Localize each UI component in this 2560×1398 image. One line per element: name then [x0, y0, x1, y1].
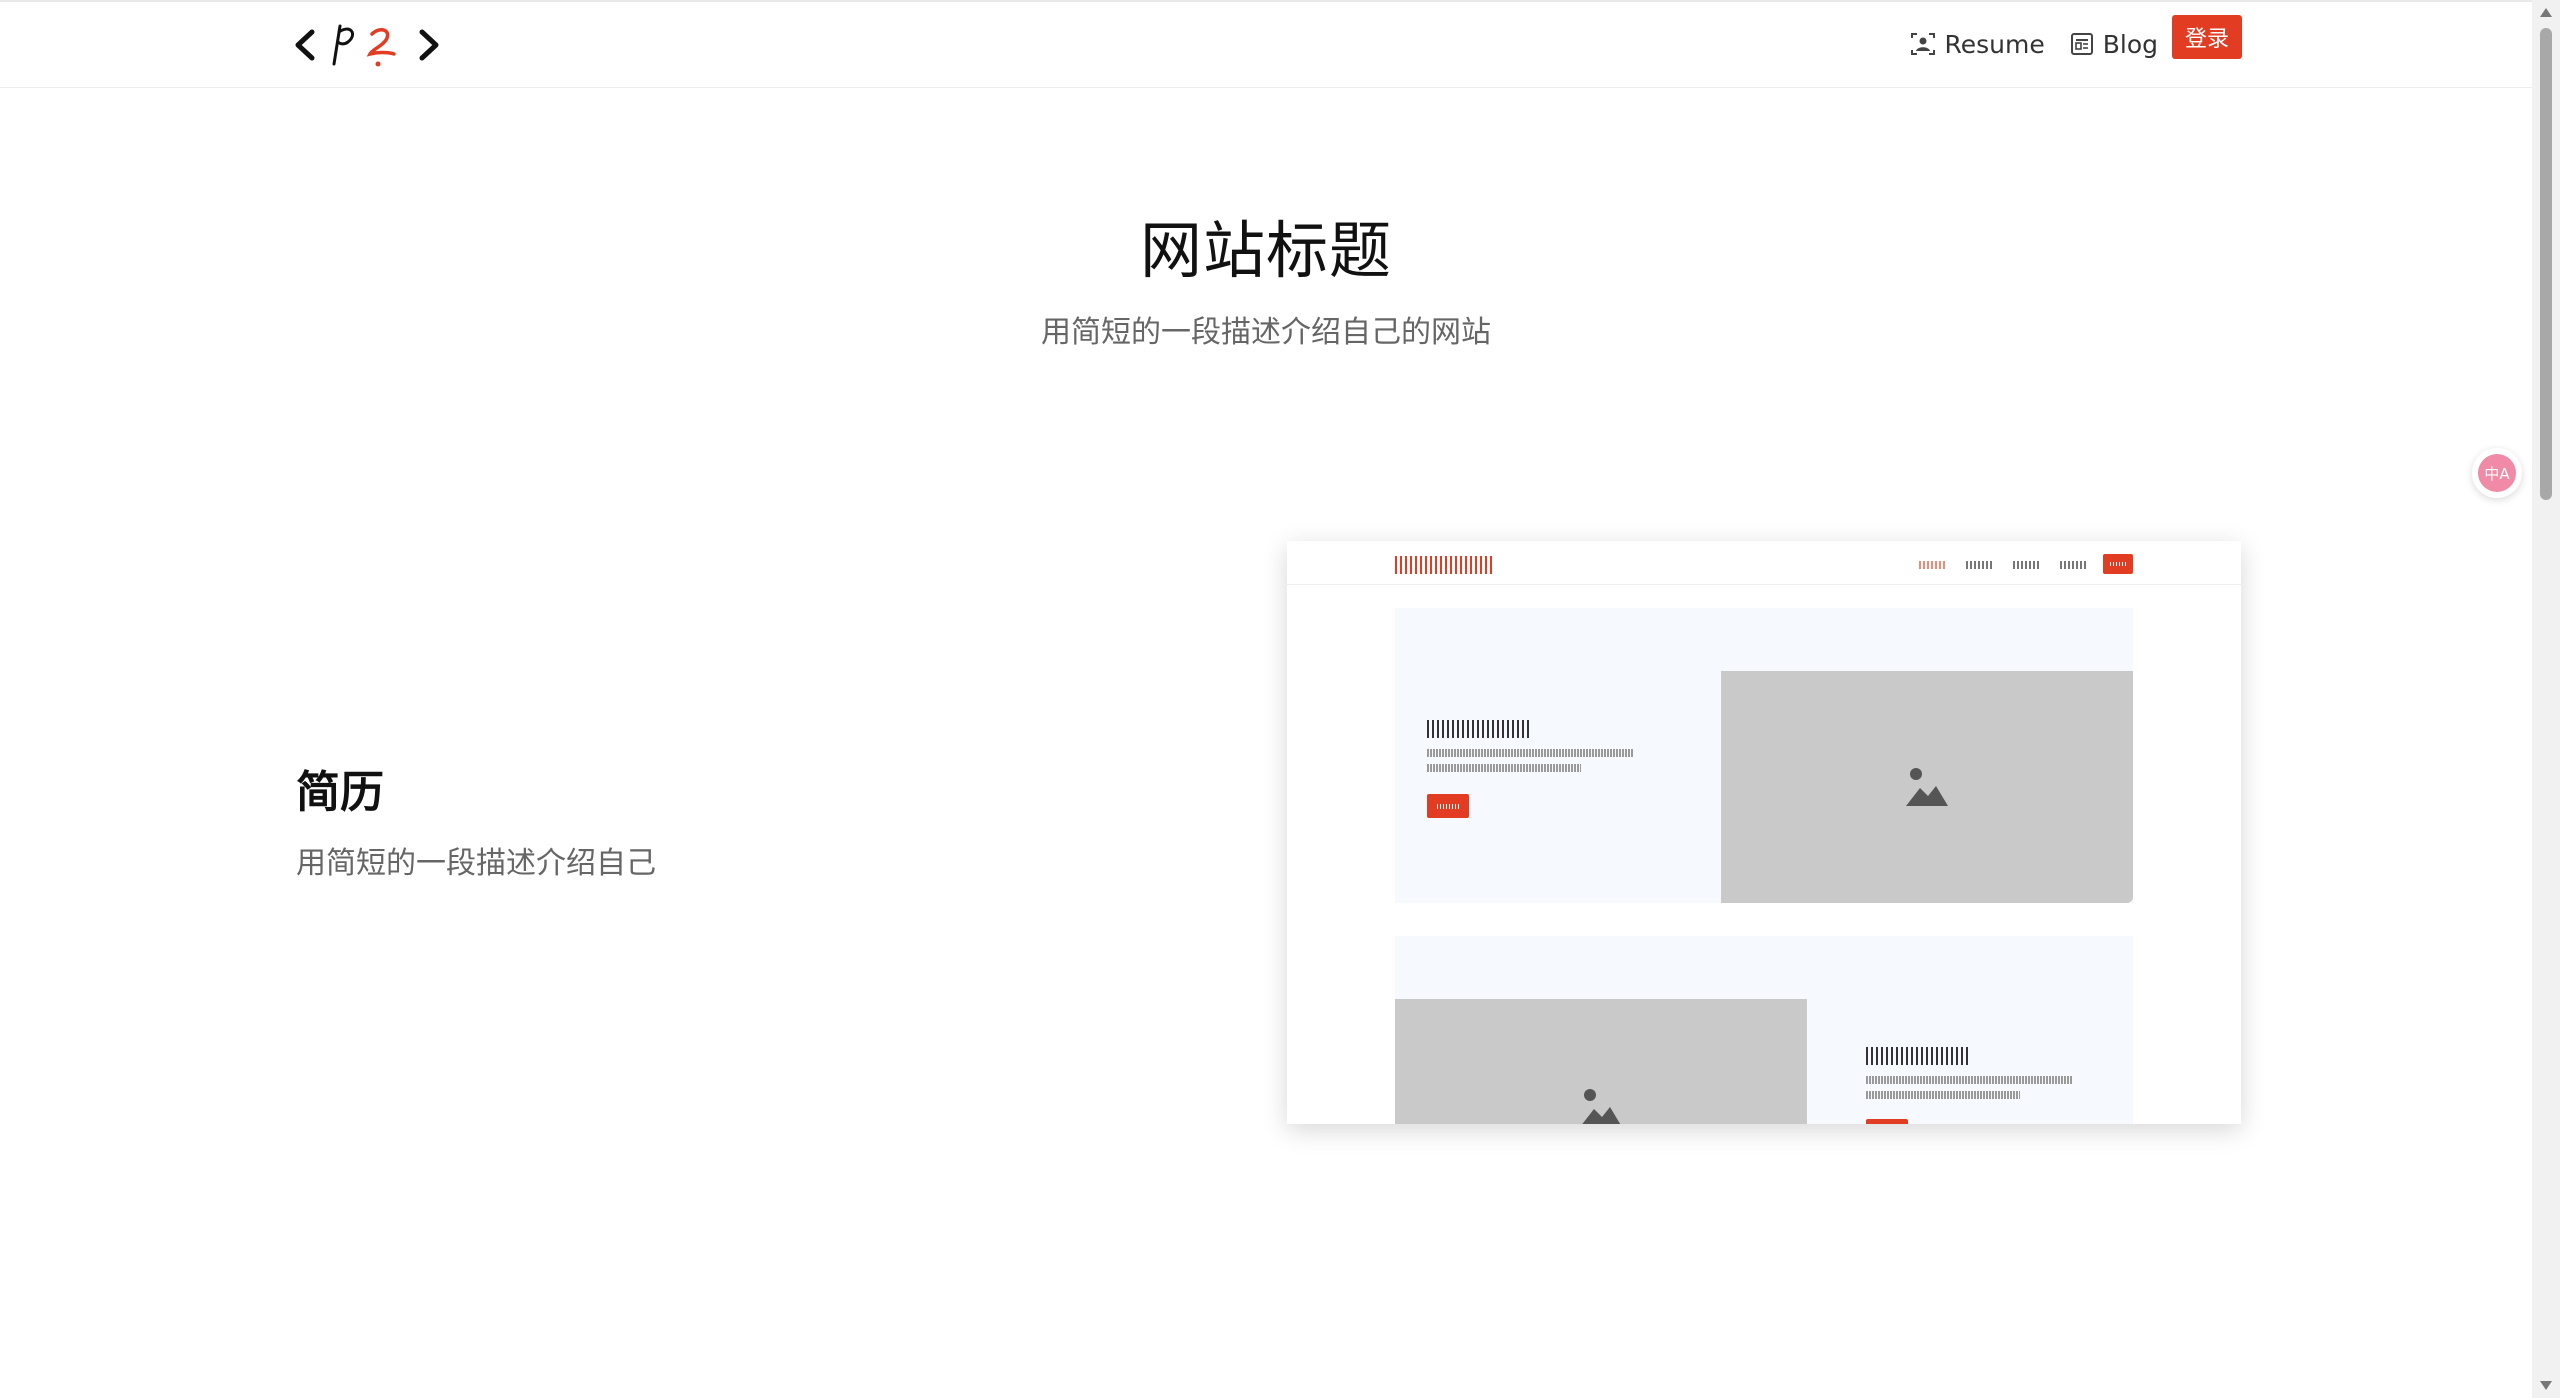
section-title: 简历	[296, 767, 384, 818]
preview-image-placeholder	[1721, 671, 2133, 903]
preview-text-line	[1866, 1076, 2072, 1084]
image-icon	[1906, 768, 1948, 806]
main-nav: Resume Blog 登录	[1886, 14, 2242, 74]
image-icon	[1582, 1089, 1621, 1124]
nav-item-blog[interactable]: Blog	[2069, 30, 2158, 59]
preview-heading	[1866, 1047, 1968, 1065]
browser-top-border	[0, 0, 2532, 2]
preview-button	[1866, 1119, 1908, 1124]
nav-item-label: Blog	[2102, 29, 2158, 59]
blog-icon	[2070, 33, 2093, 55]
scroll-thumb[interactable]	[2540, 28, 2552, 500]
preview-nav-item	[2060, 561, 2086, 569]
preview-heading	[1427, 720, 1529, 738]
scroll-up-icon[interactable]	[2540, 8, 2552, 17]
preview-text-line	[1427, 764, 1581, 772]
preview-nav-item	[2013, 561, 2039, 569]
hero-subtitle: 用简短的一段描述介绍自己的网站	[1041, 315, 1491, 350]
preview-text-line	[1866, 1091, 2020, 1099]
site-logo[interactable]	[294, 18, 440, 72]
nav-item-label: Resume	[1944, 29, 2045, 59]
page-scrollbar[interactable]	[2532, 0, 2560, 1398]
preview-nav-item	[1919, 561, 1945, 569]
site-header: Resume Blog 登录	[0, 0, 2532, 88]
preview-logo	[1395, 556, 1495, 574]
preview-nav-item	[1966, 561, 1992, 569]
nav-item-resume[interactable]: Resume	[1910, 29, 2045, 59]
preview-nav-button	[2103, 554, 2133, 574]
site-preview-image	[1287, 541, 2241, 1124]
resume-icon	[1911, 33, 1936, 55]
section-subtitle: 用简短的一段描述介绍自己	[296, 846, 656, 881]
hero-title: 网站标题	[1139, 214, 1392, 287]
translate-icon: 中A	[2478, 454, 2516, 492]
preview-nav	[1287, 541, 2241, 585]
preview-text-line	[1427, 749, 1633, 757]
preview-image-placeholder	[1395, 999, 1807, 1124]
preview-button	[1427, 794, 1469, 818]
translate-button[interactable]: 中A	[2472, 448, 2522, 498]
scroll-down-icon[interactable]	[2540, 1381, 2552, 1390]
login-button[interactable]: 登录	[2171, 15, 2242, 59]
logo-icon	[295, 24, 439, 67]
